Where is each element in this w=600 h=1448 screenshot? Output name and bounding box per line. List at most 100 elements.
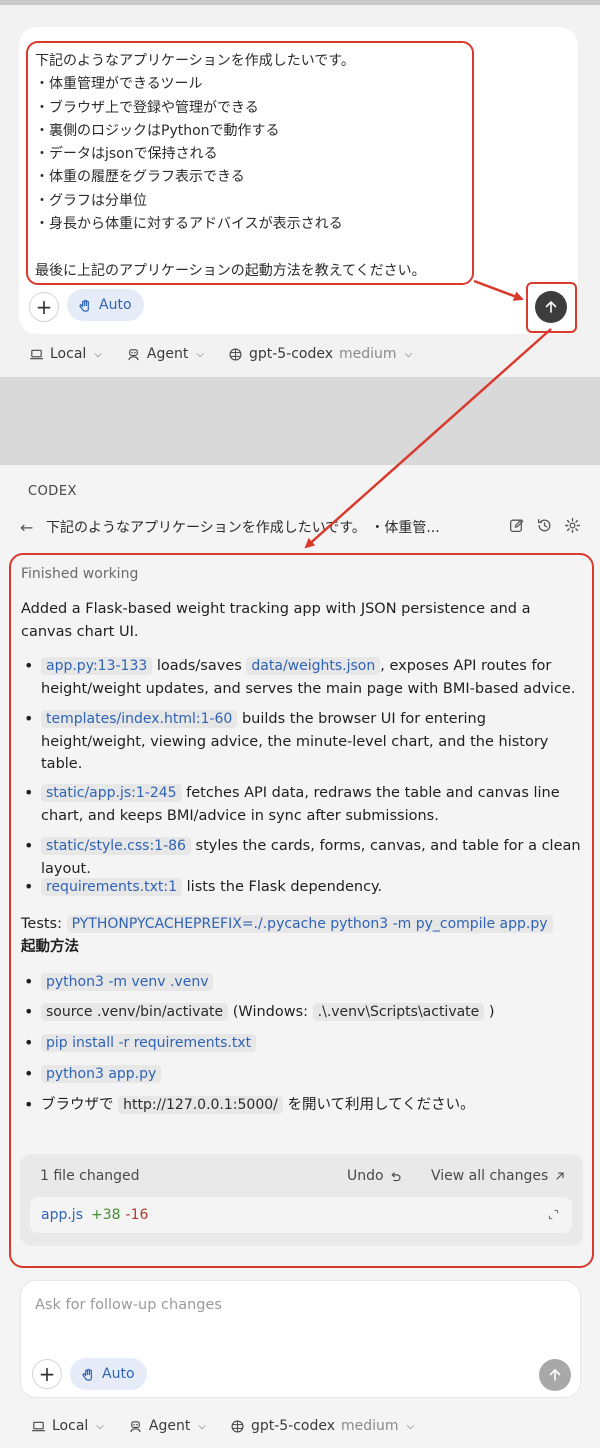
list-item-text: loads/saves [152,658,247,674]
prompt-line: ・体重の履歴をグラフ表示できる [35,169,245,186]
list-item: python3 app.py [21,1063,586,1086]
prompt-line-blank [35,236,472,259]
chevron-down-icon: ⌵ [196,348,204,360]
add-attachment-button[interactable]: + [29,292,59,322]
list-item-text: lists the Flask dependency. [182,879,383,895]
arrow-up-icon [549,1369,561,1381]
undo-icon [391,1171,401,1181]
list-item: static/app.js:1-245 fetches API data, re… [21,782,586,827]
agent-label: Agent [146,346,189,362]
top-composer-panel: 下記のようなアプリケーションを作成したいです。 ・体重管理ができるツール ・ブラ… [0,0,600,377]
composer-footer: Local ⌵ Agent ⌵ gpt-5-codex medium ⌵ [29,346,436,362]
command-code[interactable]: python3 app.py [41,1065,162,1083]
agent-label: Agent [148,1418,191,1434]
list-item-text: (Windows: [228,1004,313,1020]
environment-label: Local [52,1418,89,1434]
chevron-down-icon: ⌵ [94,348,102,360]
file-ref-link[interactable]: requirements.txt:1 [41,878,183,896]
undo-label: Undo [347,1168,384,1184]
url-code: http://127.0.0.1:5000/ [118,1096,283,1114]
model-icon [231,1419,244,1433]
model-label: gpt-5-codex [250,1418,336,1434]
list-item-text: ) [484,1004,495,1020]
followup-composer: + Auto [20,1280,581,1398]
agent-icon [128,348,139,360]
auto-mode-label: Auto [102,1366,135,1382]
command-code[interactable]: python3 -m venv .venv [41,973,214,991]
thread-header-actions [508,517,581,534]
changes-count: 1 file changed [40,1168,140,1184]
changed-file-row[interactable]: app.js +38 -16 [30,1197,572,1233]
codex-thread-panel: CODEX ← 下記のようなアプリケーションを作成したいです。 ・体重管... … [0,465,600,1448]
summary-text: Added a Flask-based weight tracking app … [21,601,531,640]
file-name: app.js [41,1207,83,1223]
back-arrow-icon[interactable]: ← [20,518,46,537]
arrow-up-icon [545,301,557,313]
send-button[interactable] [539,1359,571,1391]
agent-response: Finished working Added a Flask-based wei… [9,553,594,1268]
chevron-down-icon: ⌵ [406,1420,415,1432]
agent-selector[interactable]: Agent ⌵ [128,1418,206,1434]
edit-icon[interactable] [508,517,525,534]
file-ref-link[interactable]: static/app.js:1-245 [41,784,182,802]
command-code: source .venv/bin/activate [41,1003,229,1021]
view-all-changes-button[interactable]: View all changes [431,1168,566,1184]
environment-selector[interactable]: Local ⌵ [31,1418,104,1434]
prompt-line: ・裏側のロジックはPythonで動作する [35,122,280,139]
undo-button[interactable]: Undo [347,1168,402,1184]
environment-selector[interactable]: Local ⌵ [29,346,102,362]
history-icon[interactable] [536,517,553,534]
prompt-text-area[interactable]: 下記のようなアプリケーションを作成したいです。 ・体重管理ができるツール ・ブラ… [26,41,474,285]
agent-selector[interactable]: Agent ⌵ [126,346,204,362]
tests-command[interactable]: PYTHONPYCACHEPREFIX=./.pycache python3 -… [66,915,553,933]
auto-mode-button[interactable]: Auto [70,1358,147,1390]
followup-input[interactable] [35,1297,515,1313]
add-attachment-button[interactable]: + [32,1359,62,1389]
lines-added: +38 [91,1207,121,1223]
command-code: .\.venv\Scripts\activate [312,1003,485,1021]
file-ref-link[interactable]: data/weights.json [246,657,381,675]
prompt-line: ・体重管理ができるツール [35,76,203,93]
list-item: python3 -m venv .venv [21,971,586,994]
external-arrow-icon [556,1172,564,1180]
effort-label: medium [339,346,397,362]
file-ref-link[interactable]: templates/index.html:1-60 [41,710,238,728]
list-item: static/style.css:1-86 styles the cards, … [21,835,586,880]
model-selector[interactable]: gpt-5-codex medium ⌵ [228,346,412,362]
file-ref-link[interactable]: static/style.css:1-86 [41,837,191,855]
effort-label: medium [341,1418,399,1434]
list-item: pip install -r requirements.txt [21,1032,586,1055]
agent-icon [130,1420,141,1432]
file-ref-link[interactable]: app.py:13-133 [41,657,153,675]
command-code[interactable]: pip install -r requirements.txt [41,1034,257,1052]
gear-icon[interactable] [564,517,581,534]
environment-label: Local [50,346,87,362]
status-text: Finished working [21,566,139,582]
list-item: source .venv/bin/activate (Windows: .\.v… [21,1001,586,1024]
prompt-line: ・データはjsonで保持される [35,146,218,163]
prompt-line: ・グラフは分単位 [35,192,147,209]
list-item: ブラウザで http://127.0.0.1:5000/ を開いて利用してくださ… [21,1094,586,1117]
list-item: requirements.txt:1 lists the Flask depen… [21,876,586,899]
file-changes-card: 1 file changed Undo View all changes app… [20,1154,583,1246]
prompt-line: 下記のようなアプリケーションを作成したいです。 [35,53,355,69]
model-label: gpt-5-codex [248,346,334,362]
lines-removed: -16 [125,1207,149,1223]
model-selector[interactable]: gpt-5-codex medium ⌵ [230,1418,414,1434]
prompt-line: ・ブラウザ上で登録や管理ができる [35,99,259,116]
laptop-icon [29,349,44,359]
model-icon [229,347,242,361]
view-all-label: View all changes [431,1168,549,1184]
expand-icon[interactable] [547,1208,560,1221]
chevron-down-icon: ⌵ [198,1420,206,1432]
send-button[interactable] [535,291,567,323]
list-item-text: ブラウザで [41,1097,119,1113]
tests-line: Tests: PYTHONPYCACHEPREFIX=./.pycache py… [21,913,553,935]
screenshot-divider [0,377,600,465]
thread-title: 下記のようなアプリケーションを作成したいです。 ・体重管... [46,520,440,536]
auto-mode-button[interactable]: Auto [67,289,144,321]
prompt-line: ・身長から体重に対するアドバイスが表示される [35,216,343,233]
prompt-line: 最後に上記のアプリケーションの起動方法を教えてください。 [35,262,426,279]
startup-heading: 起動方法 [21,939,79,955]
tests-label: Tests: [21,916,67,932]
